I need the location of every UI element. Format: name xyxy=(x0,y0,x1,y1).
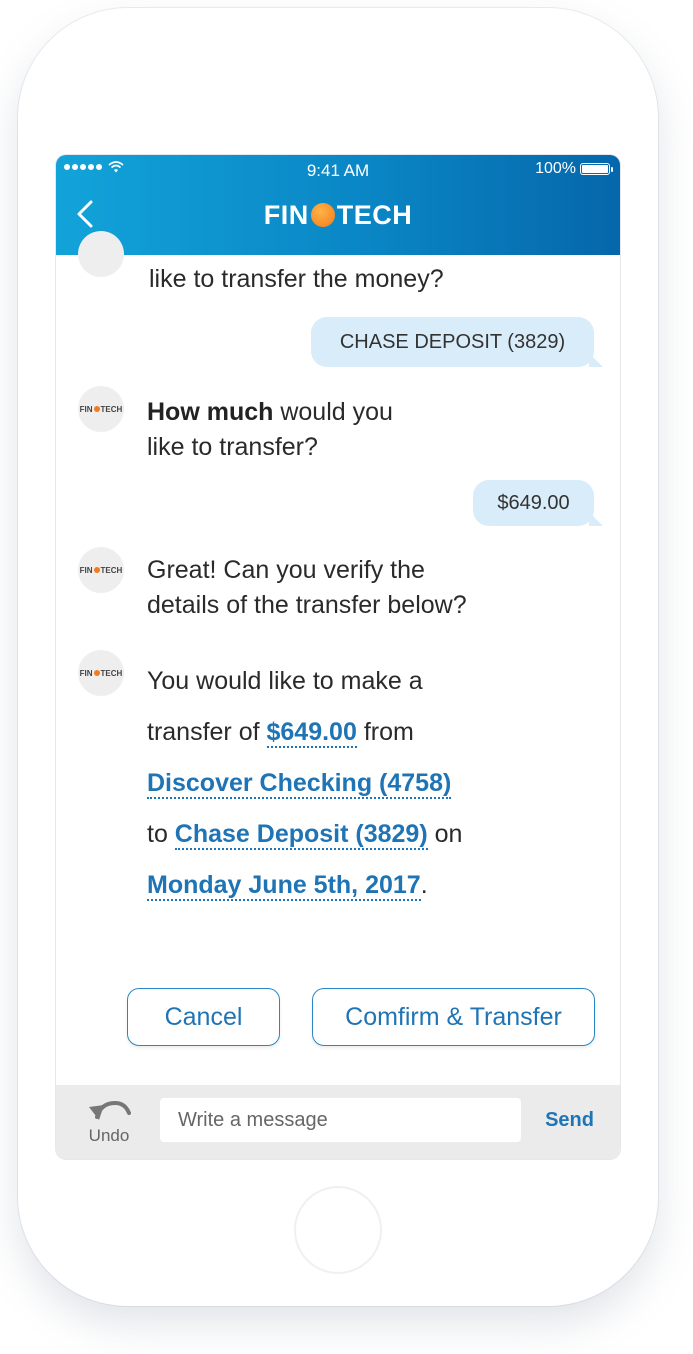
amount-link[interactable]: $649.00 xyxy=(266,718,357,748)
app-logo: FIN TECH xyxy=(56,200,620,231)
bot-avatar: FIN TECH xyxy=(78,386,124,432)
send-button[interactable]: Send xyxy=(545,1109,594,1132)
user-message-account: CHASE DEPOSIT (3829) xyxy=(311,317,603,367)
bot-message-how-much: How much would you like to transfer? xyxy=(147,398,393,461)
cancel-button[interactable]: Cancel xyxy=(127,988,280,1046)
app-screen: 9:41 AM 100% FIN TECH like to transfer th… xyxy=(56,155,620,1159)
date-link[interactable]: Monday June 5th, 2017 xyxy=(147,871,421,901)
transfer-details: You would like to make a transfer of $64… xyxy=(147,667,463,901)
bot-avatar xyxy=(78,231,124,277)
bot-message-partial: like to transfer the money? xyxy=(149,265,444,293)
home-button[interactable] xyxy=(294,1186,382,1274)
user-message-amount: $649.00 xyxy=(473,480,603,526)
bot-avatar: FIN TECH xyxy=(78,547,124,593)
bot-message-verify: Great! Can you verify the details of the… xyxy=(147,556,467,619)
from-account-link[interactable]: Discover Checking (4758) xyxy=(147,769,452,799)
undo-button[interactable]: Undo xyxy=(82,1099,136,1146)
battery-percent: 100% xyxy=(535,160,576,177)
app-header: 9:41 AM 100% FIN TECH xyxy=(56,155,620,255)
message-input[interactable] xyxy=(160,1098,521,1142)
chat-thread[interactable]: like to transfer the money? CHASE DEPOSI… xyxy=(56,231,620,1085)
status-bar: 9:41 AM 100% xyxy=(56,155,620,185)
battery-group: 100% xyxy=(535,160,613,178)
undo-icon xyxy=(89,1100,131,1120)
logo-text-right: TECH xyxy=(336,200,413,230)
undo-label: Undo xyxy=(88,1126,130,1145)
bot-avatar: FIN TECH xyxy=(78,650,124,696)
how-much-bold: How much xyxy=(147,398,274,426)
battery-icon xyxy=(580,163,613,175)
logo-text-left: FIN xyxy=(263,200,309,230)
to-account-link[interactable]: Chase Deposit (3829) xyxy=(174,820,428,850)
confirm-transfer-button[interactable]: Comfirm & Transfer xyxy=(312,988,595,1046)
logo-dot-icon xyxy=(310,203,335,227)
message-composer: Undo Send xyxy=(56,1085,620,1159)
